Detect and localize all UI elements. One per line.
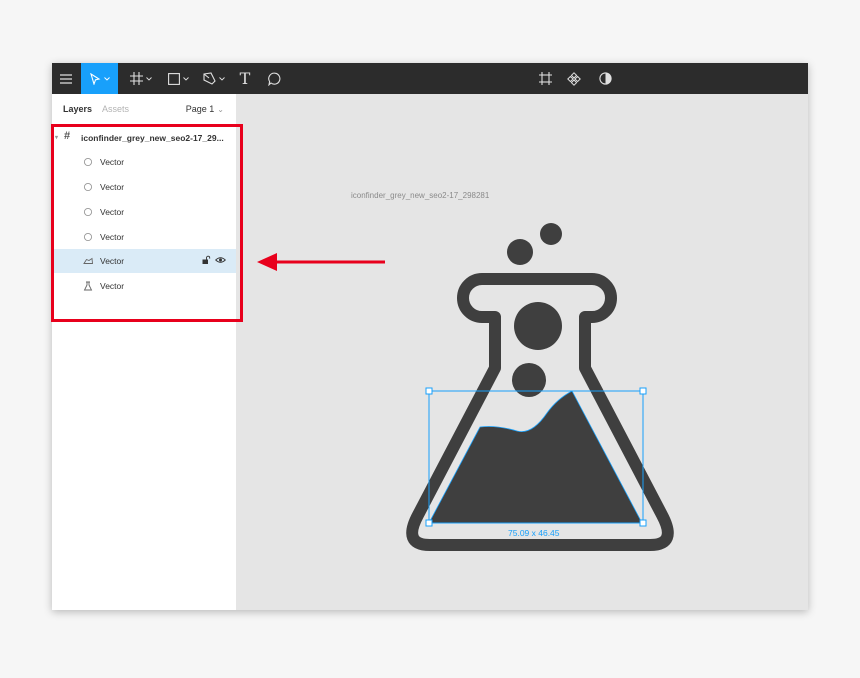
bubble-large[interactable] xyxy=(514,302,562,350)
annotation-highlight-box xyxy=(51,124,243,322)
bubble-top-left[interactable] xyxy=(507,239,533,265)
resize-handle-tr[interactable] xyxy=(639,387,647,395)
resize-handle-tl[interactable] xyxy=(425,387,433,395)
bubble-small-top[interactable] xyxy=(540,223,562,245)
bubble-medium[interactable] xyxy=(512,363,546,397)
flask-icon[interactable] xyxy=(406,223,674,551)
selection-dimensions: 75.09 x 46.45 xyxy=(508,528,560,538)
resize-handle-br[interactable] xyxy=(639,519,647,527)
resize-handle-bl[interactable] xyxy=(425,519,433,527)
annotation-arrow xyxy=(257,253,385,271)
